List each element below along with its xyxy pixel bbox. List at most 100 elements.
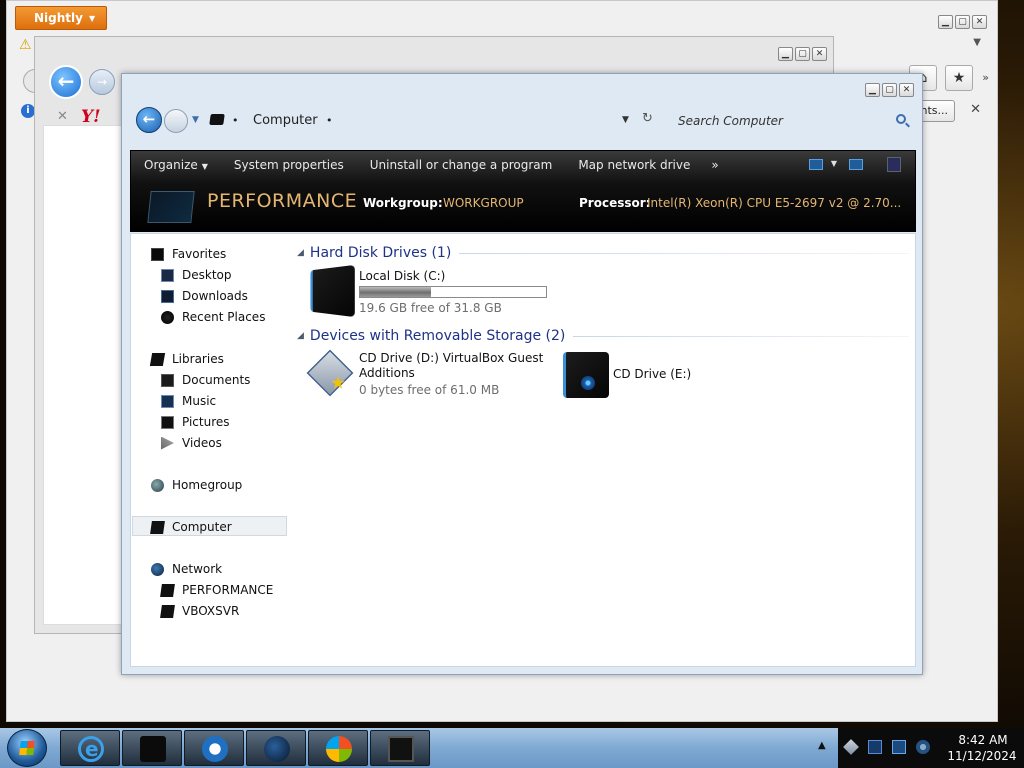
computer-icon <box>160 604 175 618</box>
drive-name: CD Drive (E:) <box>613 367 692 381</box>
taskbar-firefox[interactable] <box>246 730 306 766</box>
search-icon[interactable] <box>896 114 906 124</box>
help-icon[interactable] <box>887 157 901 172</box>
close-button[interactable]: ✕ <box>972 15 987 29</box>
libraries-icon <box>149 352 166 366</box>
virtualbox-cd-icon <box>306 349 354 397</box>
group-header-removable-storage[interactable]: ◢ Devices with Removable Storage (2) <box>297 326 909 346</box>
system-properties-button[interactable]: System properties <box>221 151 357 179</box>
minimize-button[interactable]: ▁ <box>778 47 793 61</box>
media-player-icon <box>202 736 228 762</box>
back-button[interactable]: ← <box>136 107 162 133</box>
taskbar-windows[interactable] <box>308 730 368 766</box>
volume-icon[interactable] <box>916 740 930 754</box>
nav-item-pictures[interactable]: Pictures <box>161 412 230 432</box>
nav-item-computer[interactable]: Computer <box>150 517 232 537</box>
videos-icon <box>161 436 174 450</box>
explorer-titlebar[interactable]: ▁ ▢ ✕ <box>122 74 922 98</box>
windows-logo-icon <box>326 736 352 762</box>
content-pane: ◢ Hard Disk Drives (1) Local Disk (C:) 1… <box>297 234 913 666</box>
minimize-button[interactable]: ▁ <box>865 83 880 97</box>
nav-item-recent-places[interactable]: Recent Places <box>161 307 265 327</box>
taskbar-internet-explorer[interactable] <box>60 730 120 766</box>
history-dropdown-icon[interactable]: ▼ <box>192 115 199 125</box>
back-arrow-icon[interactable]: ← <box>49 65 83 99</box>
nav-label: Recent Places <box>182 310 266 324</box>
disc-icon <box>581 376 595 390</box>
breadcrumb-separator-icon[interactable]: • <box>232 114 239 127</box>
close-icon[interactable]: ✕ <box>57 109 68 124</box>
network-tray-icon[interactable] <box>892 740 906 754</box>
close-button[interactable]: ✕ <box>812 47 827 61</box>
star-icon: ★ <box>952 70 966 86</box>
nightly-app-button[interactable]: Nightly ▼ <box>15 6 107 30</box>
minimize-button[interactable]: ▁ <box>938 15 953 29</box>
maximize-button[interactable]: ▢ <box>882 83 897 97</box>
close-icon[interactable]: ✕ <box>970 102 981 117</box>
drive-usage-fill <box>360 287 431 297</box>
nav-item-desktop[interactable]: Desktop <box>161 265 232 285</box>
search-input[interactable] <box>674 110 912 132</box>
navigation-pane: Favorites Desktop Downloads Recent Place… <box>131 234 291 666</box>
organize-button[interactable]: Organize ▼ <box>131 151 221 179</box>
start-button[interactable] <box>7 729 47 767</box>
group-header-hard-disk-drives[interactable]: ◢ Hard Disk Drives (1) <box>297 243 909 263</box>
nav-label: Network <box>172 562 223 576</box>
nav-item-network[interactable]: Network <box>151 559 222 579</box>
preview-pane-icon[interactable] <box>849 159 863 170</box>
command-menu: Organize ▼ System properties Uninstall or… <box>131 151 915 179</box>
nav-item-performance[interactable]: PERFORMANCE <box>160 580 274 600</box>
window-controls: ▁ ▢ ✕ <box>778 47 827 61</box>
clock-date[interactable]: 11/12/2024 <box>942 749 1022 763</box>
nav-item-documents[interactable]: Documents <box>161 370 250 390</box>
chevron-down-icon[interactable]: ▼ <box>831 159 837 168</box>
show-hidden-icons-icon[interactable]: ▲ <box>818 740 826 751</box>
uninstall-program-button[interactable]: Uninstall or change a program <box>357 151 566 179</box>
virtualbox-tray-icon[interactable] <box>843 739 859 755</box>
forward-arrow-icon[interactable]: → <box>89 69 115 95</box>
refresh-icon[interactable]: ↻ <box>642 111 653 126</box>
more-commands-button[interactable]: » <box>703 151 726 179</box>
close-button[interactable]: ✕ <box>899 83 914 97</box>
bookmarks-button[interactable]: ★ <box>945 65 973 91</box>
processor-label: Processor: <box>579 196 651 210</box>
nav-item-favorites[interactable]: Favorites <box>151 244 226 264</box>
maximize-button[interactable]: ▢ <box>795 47 810 61</box>
taskbar-computer[interactable] <box>370 730 430 766</box>
search-box <box>674 110 912 132</box>
nav-item-homegroup[interactable]: Homegroup <box>151 475 242 495</box>
nav-label: Music <box>182 394 217 408</box>
homegroup-icon <box>151 478 164 492</box>
forward-button[interactable] <box>164 109 188 133</box>
drive-space: 0 bytes free of 61.0 MB <box>359 383 500 397</box>
clock-time[interactable]: 8:42 AM <box>948 733 1018 747</box>
menu-chevron-icon[interactable]: » <box>982 71 989 84</box>
info-icon: i <box>21 104 35 118</box>
music-icon <box>161 394 174 408</box>
nav-label: Videos <box>182 436 222 450</box>
taskbar-explorer[interactable] <box>122 730 182 766</box>
nav-item-libraries[interactable]: Libraries <box>149 349 224 369</box>
document-tray-icon[interactable] <box>868 740 882 754</box>
nav-item-music[interactable]: Music <box>161 391 216 411</box>
nav-item-vboxsvr[interactable]: VBOXSVR <box>160 601 240 621</box>
change-view-icon[interactable] <box>809 159 823 170</box>
collapse-triangle-icon[interactable]: ◢ <box>297 248 304 258</box>
chevron-down-icon: ▼ <box>201 162 208 171</box>
address-dropdown-icon[interactable]: ▼ <box>622 115 629 125</box>
nav-label: PERFORMANCE <box>182 583 274 597</box>
nav-item-videos[interactable]: Videos <box>161 433 222 453</box>
nav-item-downloads[interactable]: Downloads <box>161 286 248 306</box>
breadcrumb-separator-icon[interactable]: • <box>326 114 333 127</box>
taskbar: ▲ 8:42 AM 11/12/2024 <box>0 728 1024 768</box>
map-network-drive-button[interactable]: Map network drive <box>565 151 703 179</box>
system-tray: 8:42 AM 11/12/2024 <box>838 728 1024 768</box>
nav-label: VBOXSVR <box>182 604 240 618</box>
maximize-button[interactable]: ▢ <box>955 15 970 29</box>
taskbar-media-player[interactable] <box>184 730 244 766</box>
nav-label: Desktop <box>182 268 232 282</box>
tab-list-dropdown-icon[interactable]: ▼ <box>973 37 981 48</box>
breadcrumb-computer[interactable]: Computer <box>253 113 318 128</box>
address-row: ← ▼ • Computer • ▼ ↻ <box>122 98 922 146</box>
collapse-triangle-icon[interactable]: ◢ <box>297 331 304 341</box>
